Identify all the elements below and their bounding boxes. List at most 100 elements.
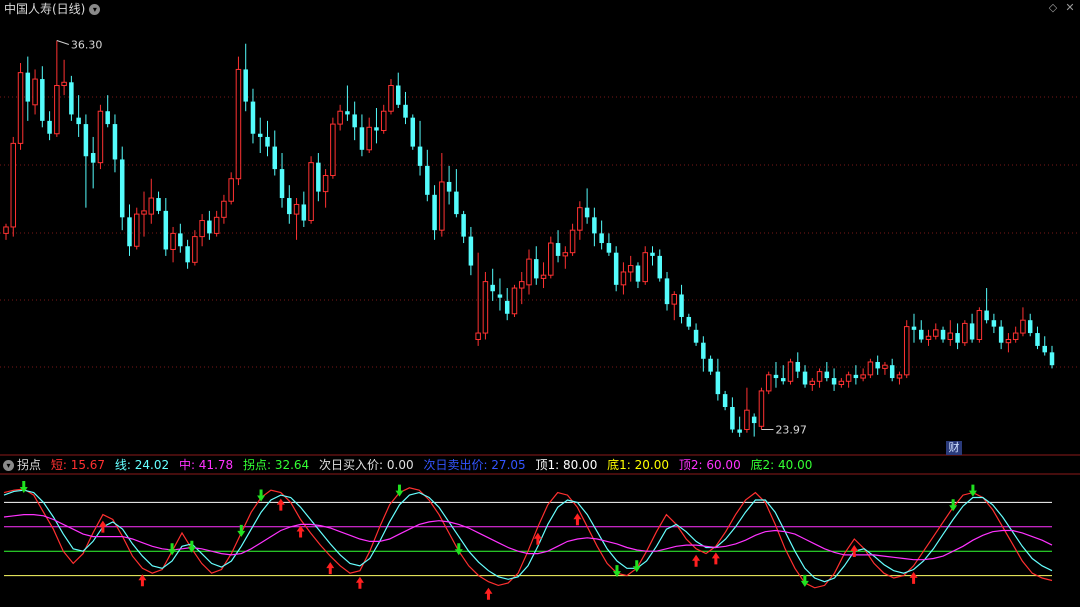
candle-body-down: [955, 333, 960, 343]
candle-body-up: [569, 229, 576, 254]
candle-body-down: [178, 233, 183, 247]
candle-body-down: [279, 169, 285, 199]
indicator-series-line: [3, 513, 1053, 561]
chevron-down-icon[interactable]: ▾: [3, 460, 14, 471]
candle-body-up: [170, 232, 176, 250]
candle-body-down: [461, 214, 466, 237]
candle-body-up: [322, 175, 329, 193]
financial-badge[interactable]: 财: [946, 441, 962, 455]
buy-signal-arrow: [692, 554, 701, 567]
candle-body-down: [715, 371, 721, 395]
sell-signal-arrow: [968, 484, 977, 497]
candle-body-down: [265, 136, 270, 147]
candle-body-down: [417, 146, 423, 166]
candle-body-up: [765, 374, 772, 392]
buy-signal-arrow: [326, 562, 335, 575]
buy-signal-arrow: [355, 576, 364, 589]
candle-body-down: [207, 220, 212, 234]
candle-body-up: [32, 78, 38, 106]
candle-body-down: [606, 243, 612, 253]
candle-body-down: [599, 233, 604, 244]
candle-body-down: [395, 85, 401, 105]
candle-body-down: [90, 153, 96, 163]
candle-body-down: [984, 310, 989, 321]
indicator-turn-value: 拐点: 32.64: [242, 458, 310, 472]
candle-body-up: [17, 72, 24, 144]
candle-body-down: [243, 69, 248, 102]
candle-body-up: [337, 110, 343, 125]
candle-body-down: [831, 378, 837, 385]
candle-body-down: [403, 104, 408, 118]
candle-body-down: [708, 358, 713, 372]
candle-body-down: [454, 191, 459, 215]
candle-body-up: [228, 178, 234, 202]
candle-body-up: [213, 216, 220, 234]
candle-body-up: [10, 142, 17, 228]
candle-body-up: [518, 281, 525, 289]
candle-body-up: [148, 197, 155, 215]
candle-body-up: [366, 126, 372, 151]
candle-body-down: [584, 207, 590, 218]
candle-body-down: [722, 394, 728, 407]
candle-body-up: [925, 335, 932, 340]
candle-body-down: [751, 416, 757, 424]
candle-body-down: [613, 252, 619, 285]
indicator-top2: 顶2: 60.00: [678, 458, 741, 472]
candle-body-down: [497, 294, 503, 298]
candle-body-down: [737, 429, 742, 433]
candle-body-down: [998, 326, 1004, 343]
candle-body-up: [1012, 332, 1019, 340]
candle-body-up: [976, 310, 983, 340]
candle-body-up: [54, 85, 60, 135]
chevron-down-icon[interactable]: ▾: [89, 4, 101, 15]
candle-body-up: [903, 326, 910, 376]
candle-body-down: [25, 72, 31, 102]
buy-signal-arrow: [573, 513, 582, 526]
candle-body-down: [76, 117, 81, 125]
candle-body-up: [896, 374, 903, 379]
indicator-line-value: 线: 24.02: [114, 458, 170, 472]
indicator-buy-price: 次日买入价: 0.00: [319, 458, 414, 472]
chart-canvas[interactable]: 36.30 23.97: [0, 0, 1080, 607]
candle-body-up: [475, 332, 481, 340]
candle-body-down: [301, 204, 307, 221]
candle-body-up: [787, 361, 794, 382]
candle-body-down: [969, 323, 975, 340]
candle-body-down: [780, 378, 786, 382]
candle-body-down: [911, 326, 917, 330]
candle-body-down: [693, 329, 699, 343]
candle-body-down: [1027, 320, 1033, 334]
candle-body-down: [650, 252, 655, 256]
candle-body-down: [345, 111, 350, 115]
indicator-top1: 顶1: 80.00: [535, 458, 598, 472]
candle-body-down: [359, 127, 365, 150]
indicator-bot2: 底2: 40.00: [750, 458, 813, 472]
sell-signal-arrow: [257, 489, 266, 502]
diamond-icon[interactable]: ◇: [1047, 2, 1059, 14]
candle-body-up: [620, 271, 627, 286]
candle-body-up: [867, 361, 874, 376]
candle-body-down: [664, 278, 670, 305]
close-icon[interactable]: ✕: [1064, 2, 1076, 14]
candle-body-up: [744, 409, 750, 430]
candle-body-up: [482, 281, 489, 334]
indicator-header: ▾ 拐点 短: 15.67 线: 24.02 中: 41.78 拐点: 32.64…: [3, 457, 818, 473]
candle-body-down: [83, 124, 89, 157]
candle-body-up: [838, 380, 845, 385]
candle-body-down: [446, 181, 452, 192]
buy-signal-arrow: [276, 498, 285, 511]
candle-body-up: [577, 207, 583, 231]
indicator-series-line: [3, 489, 1053, 583]
candle-body-up: [141, 210, 147, 215]
candle-body-up: [3, 226, 9, 234]
indicator-name: 拐点: [17, 458, 42, 472]
candle-body-up: [1020, 319, 1026, 334]
candle-body-down: [105, 111, 110, 125]
candle-body-down: [824, 371, 830, 379]
price-annotation-leader: [56, 40, 70, 45]
candle-body-up: [526, 258, 532, 286]
candle-body-down: [156, 198, 161, 211]
candle-body-down: [555, 243, 561, 256]
candle-body-down: [352, 114, 357, 128]
main-chart-title: 中国人寿(日线) ▾: [4, 1, 101, 17]
